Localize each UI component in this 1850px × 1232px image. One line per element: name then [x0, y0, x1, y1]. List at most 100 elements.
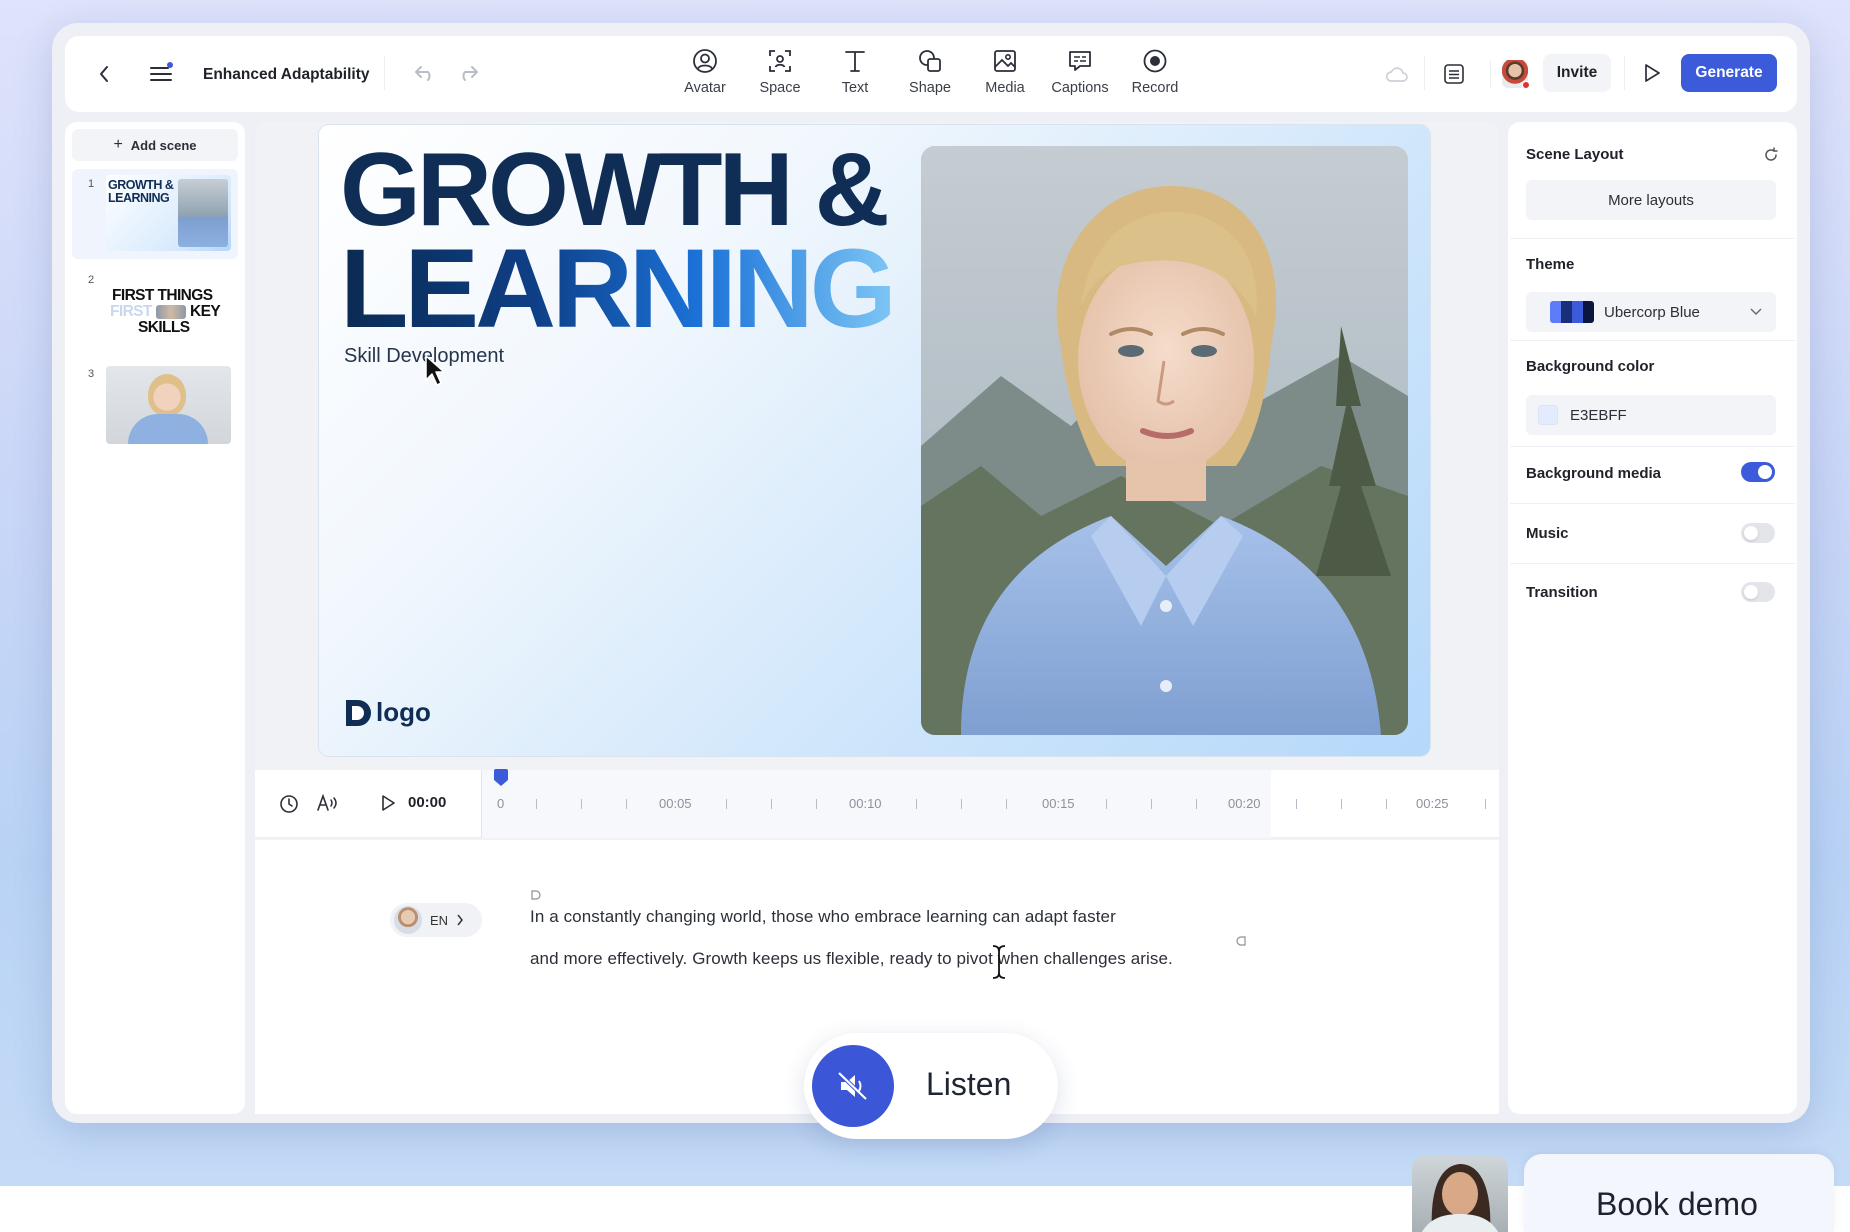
voice-settings-icon[interactable]: [316, 792, 340, 814]
scene-number-2: 2: [88, 274, 95, 286]
tool-avatar-button[interactable]: Avatar: [670, 48, 740, 104]
timeline-tick: [1296, 799, 1297, 809]
invite-button[interactable]: Invite: [1543, 54, 1611, 92]
scene-thumbnail-3[interactable]: [106, 366, 231, 444]
scene-thumbnail-2[interactable]: FIRST THINGS FIRST KEY SKILLS: [106, 275, 231, 343]
scene-1-avatar-image: [178, 179, 228, 247]
plus-icon: +: [113, 136, 123, 153]
background-color-value: E3EBFF: [1570, 406, 1627, 424]
timeline-tick: [1386, 799, 1387, 809]
tool-shape-button[interactable]: Shape: [895, 48, 965, 104]
scene-thumbnail-1[interactable]: GROWTH & LEARNING: [106, 175, 231, 251]
theme-label: Theme: [1526, 256, 1575, 273]
tool-record-button[interactable]: Record: [1120, 48, 1190, 104]
panel-divider: [1510, 446, 1795, 447]
tool-text-label: Text: [841, 80, 869, 96]
online-status-dot: [1522, 81, 1530, 89]
back-icon[interactable]: [94, 62, 114, 86]
background-media-toggle[interactable]: [1741, 462, 1775, 482]
scene-2-thumb-line2b: KEY: [190, 303, 221, 320]
shape-icon: [919, 50, 941, 72]
project-title[interactable]: Enhanced Adaptability: [203, 66, 370, 84]
more-layouts-button[interactable]: More layouts: [1526, 180, 1776, 220]
toolbar-divider: [384, 56, 385, 90]
timeline-label: 00:10: [849, 796, 882, 811]
menu-icon[interactable]: [148, 60, 174, 86]
canvas-avatar-video[interactable]: [921, 146, 1408, 735]
timeline-tick: [626, 799, 627, 809]
timeline-tick: [771, 799, 772, 809]
play-icon: [1645, 64, 1660, 82]
voice-language-selector[interactable]: EN: [390, 903, 482, 937]
timeline-label: 00:15: [1042, 796, 1075, 811]
logo-text: logo: [376, 697, 431, 727]
script-line-2[interactable]: and more effectively. Growth keeps us fl…: [530, 949, 1173, 969]
theme-value: Ubercorp Blue: [1604, 303, 1700, 321]
tool-text-button[interactable]: Text: [820, 48, 890, 104]
scenes-panel: [65, 122, 245, 1114]
tool-record-label: Record: [1131, 80, 1179, 96]
music-toggle[interactable]: [1741, 523, 1775, 543]
theme-select[interactable]: Ubercorp Blue: [1526, 292, 1776, 332]
redo-icon[interactable]: [455, 62, 481, 84]
sales-agent-avatar[interactable]: [1412, 1156, 1508, 1232]
toolbar-divider: [1624, 56, 1625, 90]
tool-captions-button[interactable]: Captions: [1045, 48, 1115, 104]
voice-avatar: [394, 906, 422, 934]
transition-toggle[interactable]: [1741, 582, 1775, 602]
text-cursor-icon: [990, 944, 1008, 985]
add-scene-button[interactable]: + Add scene: [72, 129, 238, 161]
tool-captions-label: Captions: [1051, 80, 1109, 96]
tool-media-button[interactable]: Media: [970, 48, 1040, 104]
media-icon: [994, 50, 1016, 72]
refresh-icon[interactable]: [1761, 145, 1781, 165]
mouse-cursor-icon: [424, 354, 446, 393]
speaker-muted-icon: [837, 1071, 868, 1101]
text-icon: [845, 51, 865, 72]
timeline-tick: [1196, 799, 1197, 809]
collaborator-avatar[interactable]: [1502, 60, 1530, 89]
preview-play-button[interactable]: [1637, 58, 1667, 88]
scene-2-thumb-line3: SKILLS: [138, 319, 190, 336]
clock-icon[interactable]: [278, 793, 300, 815]
timeline-tick: [581, 799, 582, 809]
timeline-play-button[interactable]: [378, 792, 398, 814]
scene-3-avatar-head: [148, 374, 186, 416]
background-media-label: Background media: [1526, 465, 1662, 482]
notes-icon[interactable]: [1441, 61, 1467, 87]
background-color-label: Background color: [1526, 358, 1655, 375]
background-color-swatch: [1538, 405, 1558, 425]
marker-start-icon: [530, 888, 542, 906]
generate-button[interactable]: Generate: [1681, 54, 1777, 92]
toolbar-divider: [1490, 60, 1491, 88]
scene-2-inline-image: [156, 305, 186, 319]
background-color-input[interactable]: E3EBFF: [1526, 395, 1776, 435]
scene-3-avatar-shirt: [128, 414, 208, 444]
scene-number-1: 1: [88, 178, 95, 190]
space-icon: [769, 50, 791, 72]
canvas-headline-line2[interactable]: LEARNING: [340, 233, 897, 345]
music-label: Music: [1526, 525, 1569, 542]
theme-swatch: [1550, 301, 1594, 323]
listen-audio-toggle[interactable]: [812, 1045, 894, 1127]
playhead-handle[interactable]: [493, 769, 509, 787]
panel-divider: [1510, 340, 1795, 341]
timeline-tick: [726, 799, 727, 809]
tool-avatar-label: Avatar: [684, 80, 726, 96]
script-line-1[interactable]: In a constantly changing world, those wh…: [530, 907, 1116, 927]
scene-layout-label: Scene Layout: [1526, 146, 1624, 163]
tool-space-button[interactable]: Space: [745, 48, 815, 104]
canvas-logo[interactable]: logo: [344, 697, 431, 728]
timeline-label: 00:05: [659, 796, 692, 811]
timeline-label: 00:25: [1416, 796, 1449, 811]
tool-shape-label: Shape: [909, 80, 951, 96]
timeline-tick: [916, 799, 917, 809]
timeline-tick: [1341, 799, 1342, 809]
marker-end-icon: [1235, 934, 1247, 952]
scene-number-3: 3: [88, 368, 95, 380]
timeline-divider: [481, 770, 482, 838]
undo-icon[interactable]: [412, 62, 438, 84]
scene-1-thumb-text: GROWTH & LEARNING: [108, 178, 174, 205]
chevron-right-icon: [457, 914, 464, 926]
cloud-sync-icon[interactable]: [1383, 62, 1411, 86]
